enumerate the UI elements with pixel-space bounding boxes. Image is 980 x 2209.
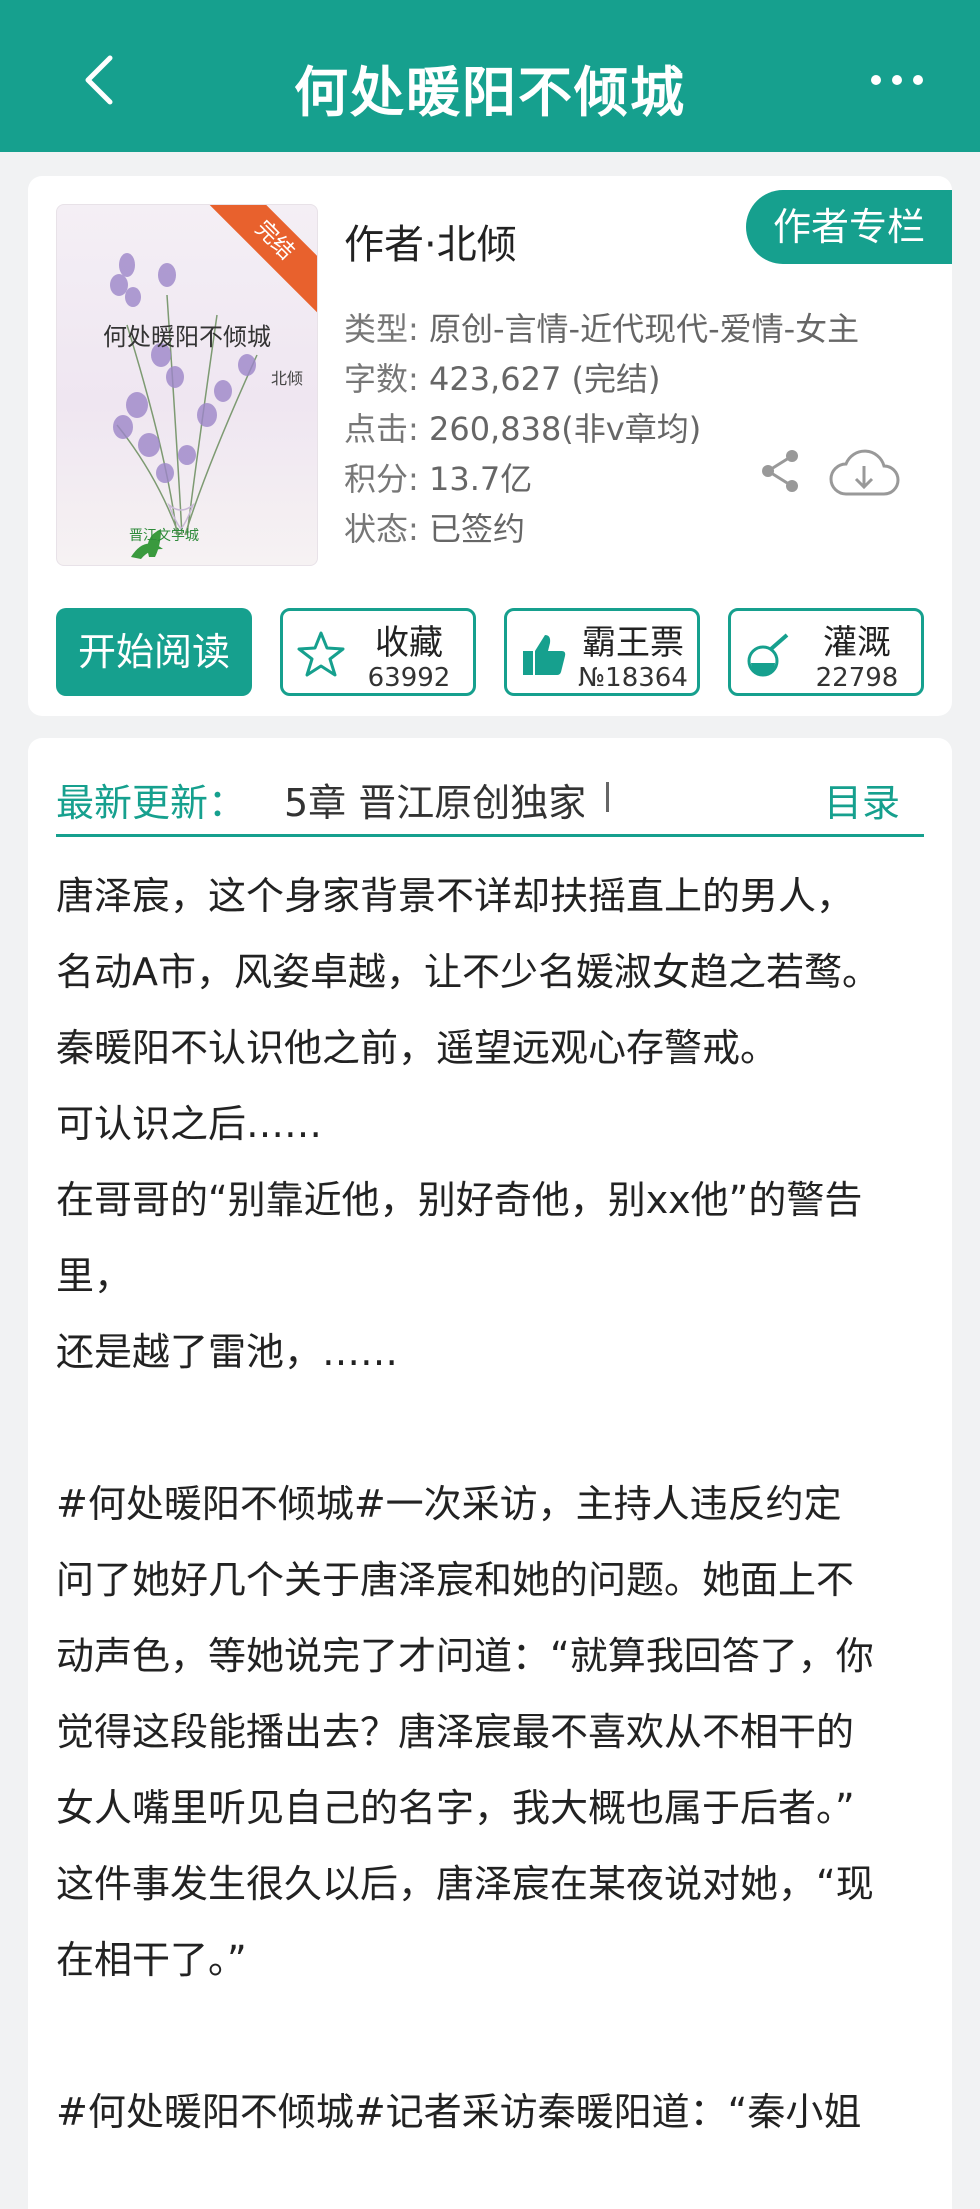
collect-count: 63992: [367, 663, 451, 693]
synopsis-line: 唐泽宸，这个身家背景不详却扶摇直上的男人，: [56, 874, 855, 918]
latest-update-text[interactable]: 5章 晋江原创独家首发 20: [284, 772, 584, 827]
synopsis-line: [56, 1998, 946, 2074]
synopsis-line: #何处暖阳不倾城#一次采访，主持人违反约定: [56, 1482, 842, 1526]
separator: [606, 782, 609, 812]
book-cover[interactable]: 何处暖阳不倾城 北倾 完结 晋江文学城: [56, 204, 318, 566]
top-bar: 何处暖阳不倾城: [0, 0, 980, 152]
synopsis-line: #何处暖阳不倾城#记者采访秦暖阳道：“秦小姐: [56, 2090, 862, 2134]
latest-update-label: 最新更新：: [56, 781, 247, 825]
publisher-logo: 晋江文学城: [129, 528, 199, 544]
star-icon: [297, 631, 345, 677]
cloud-download-icon[interactable]: [828, 446, 900, 502]
collect-button[interactable]: 收藏 63992: [280, 608, 476, 696]
synopsis-line: 问了她好几个关于唐泽宸和她的问题。她面上不: [56, 1558, 855, 1602]
synopsis-line: 名动A市，风姿卓越，让不少名媛淑女趋之若鹜。: [56, 950, 880, 994]
thumbs-up-icon: [523, 635, 566, 675]
synopsis-line: 女人嘴里听见自己的名字，我大概也属于后者。”: [56, 1786, 855, 1830]
meta-status: 状态: 已签约: [344, 510, 525, 548]
synopsis-line: 秦暖阳不认识他之前，遥望远观心存警戒。: [56, 1026, 779, 1070]
synopsis-line: 在哥哥的“别靠近他，别好奇他，别xx他”的警告: [56, 1178, 863, 1222]
synopsis-line: 在相干了。”: [56, 1938, 247, 1982]
cover-title: 何处暖阳不倾城: [103, 323, 271, 351]
synopsis-line: 可认识之后……: [56, 1102, 323, 1146]
book-info-card: 何处暖阳不倾城 北倾 完结 晋江文学城 作者·北倾 作者专栏 类型: 原创-言情…: [28, 176, 952, 716]
book-meta: 类型: 原创-言情-近代现代-爱情-女主 字数: 423,627 (完结) 点击…: [344, 304, 859, 554]
collect-label: 收藏: [375, 623, 443, 663]
nutrient-bottle-icon: [747, 633, 789, 677]
meta-genre: 类型: 原创-言情-近代现代-爱情-女主: [344, 310, 860, 348]
page-title: 何处暖阳不倾城: [294, 61, 686, 124]
synopsis-text: 唐泽宸，这个身家背景不详却扶摇直上的男人， 名动A市，风姿卓越，让不少名媛淑女趋…: [56, 858, 946, 2150]
vote-count: №18364: [578, 663, 688, 693]
synopsis-line: 动声色，等她说完了才问道：“就算我回答了，你: [56, 1634, 874, 1678]
water-button[interactable]: 灌溉 22798: [728, 608, 924, 696]
vote-button[interactable]: 霸王票 №18364: [504, 608, 700, 696]
meta-word-count: 字数: 423,627 (完结): [344, 360, 661, 398]
synopsis-line: [56, 1390, 946, 1466]
author-column-button[interactable]: 作者专栏: [746, 190, 952, 264]
share-icon[interactable]: [758, 448, 802, 494]
synopsis-line: 觉得这段能播出去？唐泽宸最不喜欢从不相干的: [56, 1710, 855, 1754]
synopsis-line: 里，: [56, 1254, 133, 1298]
synopsis-line: 还是越了雷池，……: [56, 1330, 399, 1374]
divider: [56, 834, 924, 837]
vote-label: 霸王票: [582, 623, 684, 663]
synopsis-line: 这件事发生很久以后，唐泽宸在某夜说对她，“现: [56, 1862, 874, 1906]
water-count: 22798: [815, 663, 899, 693]
start-reading-button[interactable]: 开始阅读: [56, 608, 252, 696]
author-line[interactable]: 作者·北倾: [344, 212, 517, 270]
synopsis-card: 最新更新： 5章 晋江原创独家首发 20 目录 唐泽宸，这个身家背景不详却扶摇直…: [28, 738, 952, 2209]
latest-update-bar: 最新更新： 5章 晋江原创独家首发 20 目录: [56, 766, 924, 828]
water-label: 灌溉: [823, 623, 891, 663]
table-of-contents-link[interactable]: 目录: [824, 772, 900, 827]
more-options-icon[interactable]: [862, 60, 932, 100]
cover-author: 北倾: [270, 369, 303, 388]
meta-clicks: 点击: 260,838(非v章均): [344, 410, 702, 448]
